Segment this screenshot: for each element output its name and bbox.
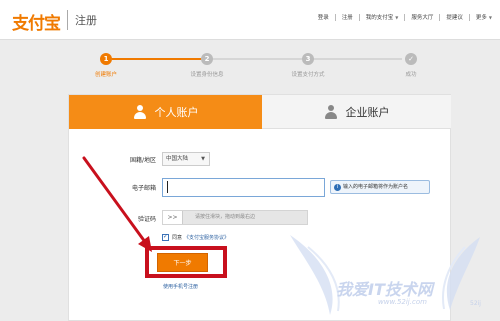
nav-more-menu[interactable]: 更多 ▼ (476, 13, 492, 21)
region-select[interactable]: 中国大陆 ▼ (162, 152, 210, 166)
step-2-badge: 2 (201, 53, 213, 65)
tab-personal-account[interactable]: 个人账户 (69, 95, 262, 129)
page-title: 注册 (75, 14, 97, 27)
next-step-button[interactable]: 下一步 (157, 253, 208, 272)
email-hint-text: 输入的电子邮箱将作为账户名 (343, 184, 409, 190)
tab-business-account[interactable]: 企业账户 (262, 95, 451, 129)
tab-personal-label: 个人账户 (154, 106, 199, 119)
captcha-slider[interactable]: >> 请按住滑块，拖动到最右边 (162, 210, 308, 225)
region-value: 中国大陆 (166, 156, 189, 162)
watermark-url: www.52ij.com (378, 298, 427, 306)
header: 支付宝 注册 登录 注册 我的支付宝 ▼ 服务大厅 提建议 更多 ▼ (0, 0, 500, 40)
step-4-label: 成功 (405, 72, 417, 78)
email-input[interactable] (162, 178, 325, 197)
nav-divider (358, 13, 360, 21)
step-connector (112, 58, 202, 60)
step-3-label: 设置支付方式 (291, 72, 325, 78)
chevron-down-icon: ▼ (201, 156, 205, 162)
step-2-label: 设置身份信息 (190, 72, 224, 78)
agreement-row: 同意 《支付宝服务协议》 (162, 233, 229, 241)
step-3-badge: 3 (302, 53, 314, 65)
slider-instruction: 请按住滑块，拖动到最右边 (195, 214, 256, 220)
person-icon (133, 105, 147, 119)
nav-feedback-link[interactable]: 提建议 (446, 13, 463, 21)
nav-divider (334, 13, 336, 21)
agree-prefix: 同意 (172, 235, 183, 241)
info-icon: i (334, 184, 341, 191)
nav-my-alipay-menu[interactable]: 我的支付宝 ▼ (366, 13, 399, 21)
registration-steps: 1 2 3 ✓ 创建账户 设置身份信息 设置支付方式 成功 (0, 48, 500, 88)
watermark-title: 我爱IT技术网 (336, 280, 433, 299)
region-label: 国籍/地区 (129, 157, 156, 164)
slider-handle[interactable]: >> (163, 211, 183, 224)
service-agreement-link[interactable]: 《支付宝服务协议》 (184, 234, 229, 241)
nav-my-alipay-label: 我的支付宝 (365, 15, 394, 21)
nav-more-label: 更多 (475, 15, 487, 21)
top-nav: 登录 注册 我的支付宝 ▼ 服务大厅 提建议 更多 ▼ (318, 13, 492, 21)
nav-service-hall-link[interactable]: 服务大厅 (411, 13, 433, 21)
person-icon (324, 104, 338, 119)
text-cursor (167, 181, 168, 193)
nav-register-link[interactable]: 注册 (342, 13, 353, 21)
step-connector (212, 58, 302, 60)
chevron-down-icon: ▼ (488, 15, 492, 20)
alipay-logo[interactable]: 支付宝 (12, 9, 61, 34)
nav-divider (404, 13, 406, 21)
tab-business-label: 企业账户 (345, 105, 390, 119)
logo-divider (67, 10, 68, 30)
nav-divider (468, 13, 470, 21)
nav-login-link[interactable]: 登录 (318, 13, 329, 21)
step-connector (312, 58, 402, 60)
captcha-label: 验证码 (137, 216, 156, 223)
step-success-check-icon: ✓ (405, 53, 417, 65)
email-hint-tooltip: i 输入的电子邮箱将作为账户名 (330, 180, 430, 194)
chevron-down-icon: ▼ (395, 15, 399, 20)
step-1-label: 创建账户 (94, 72, 117, 78)
email-label: 电子邮箱 (131, 185, 156, 192)
watermark-tag: 52ij (470, 300, 481, 307)
agree-checkbox[interactable] (162, 233, 169, 241)
step-1-badge: 1 (100, 53, 112, 65)
nav-divider (439, 13, 441, 21)
register-with-phone-link[interactable]: 使用手机号注册 (163, 283, 198, 290)
